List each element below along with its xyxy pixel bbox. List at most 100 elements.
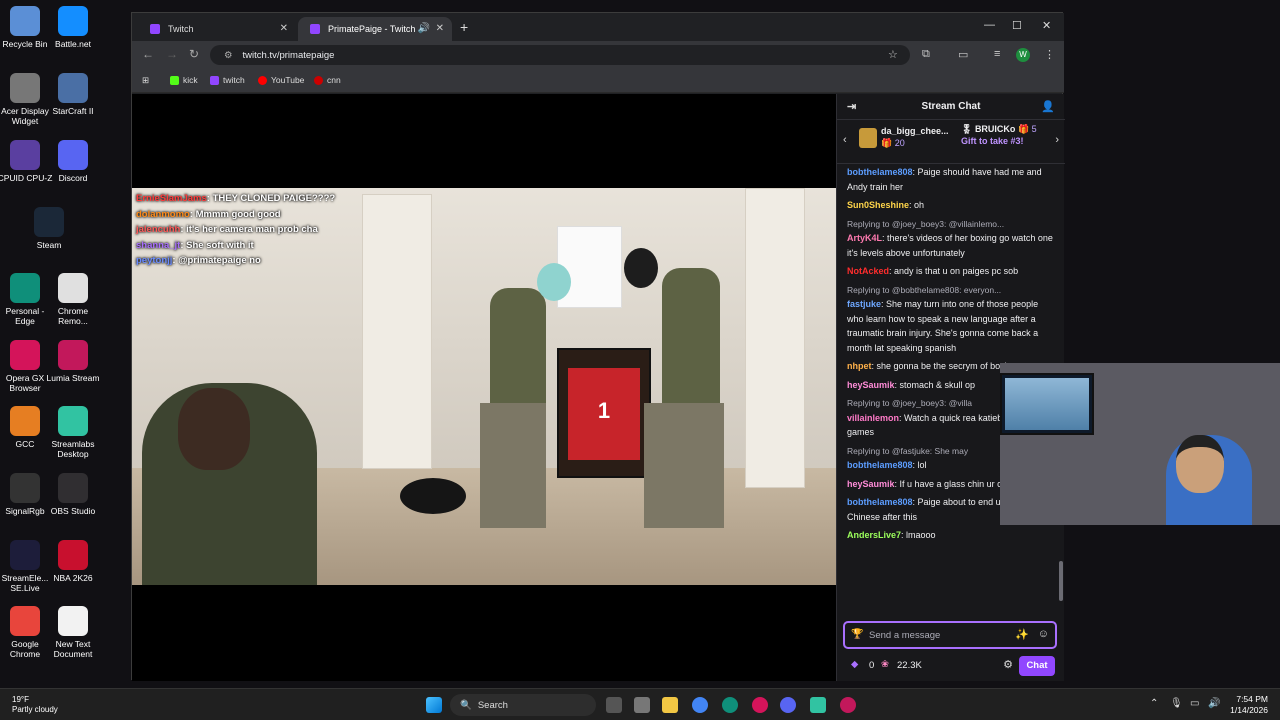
chat-username[interactable]: NotAcked	[847, 266, 889, 276]
emote-icon[interactable]: ☺	[1038, 628, 1049, 640]
chevron-left-icon[interactable]: ‹	[843, 134, 847, 146]
desktop-icon[interactable]: OBS Studio	[45, 473, 101, 516]
chat-username[interactable]: bobthelame808	[847, 167, 913, 177]
extensions-icon[interactable]: ⧉	[922, 48, 930, 61]
chat-input[interactable]: 🏆 Send a message ✨ ☺	[843, 621, 1057, 649]
apps-icon[interactable]: ⊞	[142, 75, 149, 86]
reload-button[interactable]: ↻	[189, 47, 199, 61]
weather-widget[interactable]: 19°F Partly cloudy	[12, 695, 58, 715]
task-view-icon[interactable]	[606, 697, 622, 713]
youtube-icon	[258, 75, 267, 85]
glove	[537, 263, 571, 301]
volume-icon[interactable]: 🔊	[1208, 698, 1220, 709]
desktop-icon[interactable]: Chrome Remo...	[45, 273, 101, 326]
profile-avatar[interactable]: W	[1016, 48, 1030, 62]
discord-icon[interactable]	[780, 697, 796, 713]
file-explorer-icon[interactable]	[662, 697, 678, 713]
chat-message-text: : lmaooo	[901, 530, 936, 540]
desktop-icon[interactable]: NBA 2K26	[45, 540, 101, 583]
chrome-icon[interactable]	[692, 697, 708, 713]
tab-twitch[interactable]: Twitch ✕	[138, 17, 296, 41]
chat-message[interactable]: bobthelame808: Paige should have had me …	[837, 164, 1059, 197]
overlay-chat-line: peytonjj: @primatepaige no	[136, 253, 346, 269]
scroll-thumb[interactable]	[1059, 561, 1063, 601]
minimize-button[interactable]: —	[984, 19, 995, 31]
tab-primatepaige[interactable]: PrimatePaige - Twitch 🔊 ✕	[298, 17, 452, 41]
chat-message[interactable]: AndersLive7: lmaooo	[837, 527, 1059, 546]
chat-username[interactable]: bobthelame808	[847, 497, 913, 507]
taskbar-search[interactable]: 🔍 Search	[450, 694, 596, 716]
audio-icon[interactable]: 🔊	[418, 23, 430, 34]
chat-message-body: bobthelame808: Paige should have had me …	[847, 165, 1053, 194]
widgets-icon[interactable]	[634, 697, 650, 713]
video-poster	[557, 226, 622, 308]
close-window-button[interactable]: ✕	[1042, 19, 1051, 32]
desktop-icon[interactable]: New Text Document	[45, 606, 101, 659]
network-icon[interactable]: ▭	[1190, 698, 1199, 709]
bookmark-twitch[interactable]: twitch	[210, 75, 245, 85]
close-tab-icon[interactable]: ✕	[436, 23, 444, 34]
chat-message[interactable]: Sun0Sheshine: oh	[837, 197, 1059, 216]
desktop-icon[interactable]: Discord	[45, 140, 101, 183]
gcc-icon	[10, 406, 40, 436]
chat-message[interactable]: Replying to @bobthelame808: everyon... fa…	[837, 282, 1059, 359]
edge-icon	[10, 273, 40, 303]
tray-chevron-icon[interactable]: ⌃	[1150, 698, 1158, 709]
clock[interactable]: 7:54 PM 1/14/2026	[1230, 694, 1268, 716]
chat-username[interactable]: ArtyK4L	[847, 233, 882, 243]
chat-message[interactable]: NotAcked: andy is that u on paiges pc so…	[837, 263, 1059, 282]
chat-message[interactable]: Replying to @joey_boey3: @villainlemo...…	[837, 216, 1059, 264]
bookmark-kick[interactable]: kick	[170, 75, 198, 85]
opera-icon[interactable]	[752, 697, 768, 713]
chat-username[interactable]: heySaumik	[847, 380, 895, 390]
jersey-frame: 1	[557, 348, 651, 478]
cast-icon[interactable]: ▭	[958, 48, 968, 61]
chat-reply-context[interactable]: Replying to @joey_boey3: @villainlemo...	[847, 217, 1053, 232]
chat-reply-context[interactable]: Replying to @bobthelame808: everyon...	[847, 283, 1053, 298]
back-button[interactable]: ←	[142, 47, 154, 61]
bits-balance-icon[interactable]: ◆	[851, 659, 858, 670]
chat-username[interactable]: bobthelame808	[847, 460, 913, 470]
chat-username[interactable]: heySaumik	[847, 479, 895, 489]
streamlabs-icon[interactable]	[810, 697, 826, 713]
chrome-remote-icon	[58, 273, 88, 303]
desktop-icon[interactable]: Steam	[21, 207, 77, 250]
chat-username[interactable]: nhpet	[847, 361, 872, 371]
glove	[624, 248, 658, 288]
bookmark-youtube[interactable]: YouTube	[258, 75, 304, 85]
desktop-icon[interactable]: StarCraft II	[45, 73, 101, 116]
edge-icon[interactable]	[722, 697, 738, 713]
microphone-icon[interactable]: 🎙	[1170, 698, 1183, 709]
gift-cta[interactable]: Gift to take #3!	[961, 136, 1051, 146]
menu-icon[interactable]: ⋮	[1044, 48, 1055, 61]
url-input[interactable]: ⚙ twitch.tv/primatepaige	[210, 45, 910, 65]
overlay-chat-user: jalencuhh	[136, 224, 181, 235]
reading-list-icon[interactable]: ≡	[994, 48, 1000, 60]
channel-points-icon[interactable]: ❀	[881, 659, 889, 670]
stream-video[interactable]: 1 ErnieSlamJams: THEY CLONED PAIGE???? do…	[132, 188, 836, 585]
chat-settings-icon[interactable]: ⚙	[1003, 658, 1013, 671]
new-tab-button[interactable]: +	[460, 19, 468, 35]
desktop-icon[interactable]: Battle.net	[45, 6, 101, 49]
community-icon[interactable]: 👤	[1041, 94, 1055, 120]
site-info-icon[interactable]: ⚙	[224, 50, 233, 61]
bookmark-cnn[interactable]: cnn	[314, 75, 341, 85]
maximize-button[interactable]: ☐	[1012, 19, 1022, 32]
gift-count: 🎁 20	[881, 138, 905, 148]
start-icon[interactable]	[426, 697, 442, 713]
overlay-chat-text: : Mmmm good good	[189, 208, 281, 220]
chat-username[interactable]: fastjuke	[847, 299, 881, 309]
desktop-icon[interactable]: Lumia Stream	[45, 340, 101, 383]
chevron-right-icon[interactable]: ›	[1055, 134, 1059, 146]
chat-username[interactable]: AndersLive7	[847, 530, 901, 540]
lumia-icon[interactable]	[840, 697, 856, 713]
bookmark-star-icon[interactable]: ☆	[888, 48, 898, 61]
chat-username[interactable]: Sun0Sheshine	[847, 200, 909, 210]
forward-button[interactable]: →	[166, 47, 178, 61]
close-tab-icon[interactable]: ✕	[280, 23, 288, 34]
bits-icon[interactable]: ✨	[1015, 628, 1029, 641]
chat-username[interactable]: villainlemon	[847, 413, 899, 423]
desktop-icon[interactable]: Streamlabs Desktop	[45, 406, 101, 459]
collapse-chat-icon[interactable]: ⇥	[847, 94, 856, 120]
send-chat-button[interactable]: Chat	[1019, 656, 1055, 676]
